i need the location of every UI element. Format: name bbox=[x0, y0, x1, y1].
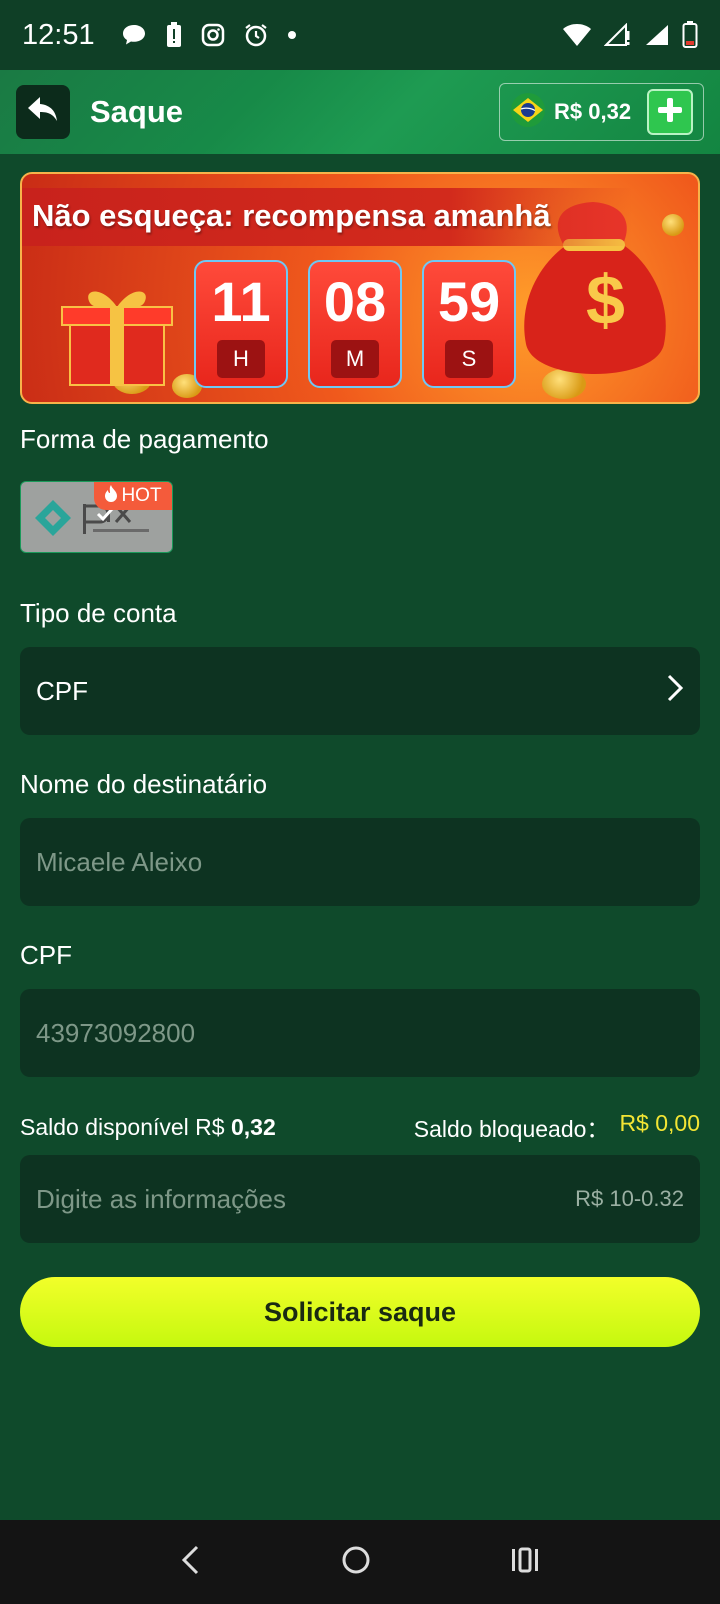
available-balance-value: 0,32 bbox=[230, 1113, 276, 1140]
top-app-bar: Saque R$ 0,32 bbox=[0, 70, 720, 154]
deposit-button[interactable] bbox=[647, 89, 693, 135]
recipient-name-field[interactable]: Micaele Aleixo bbox=[20, 818, 700, 906]
hot-badge-label: HOT bbox=[121, 485, 162, 506]
timer-seconds: 59 S bbox=[422, 260, 516, 388]
account-type-select[interactable]: CPF bbox=[20, 647, 700, 735]
wifi-icon bbox=[562, 23, 592, 47]
account-type-label: Tipo de conta bbox=[20, 598, 177, 628]
battery-icon bbox=[682, 21, 698, 49]
available-balance-label: Saldo disponível R$ bbox=[20, 1113, 225, 1140]
balance-amount: R$ 0,32 bbox=[554, 99, 632, 124]
notification-icons bbox=[121, 22, 297, 48]
timer-unit: M bbox=[331, 340, 379, 378]
timer-hours: 11 H bbox=[194, 260, 288, 388]
gift-box-icon bbox=[52, 279, 182, 389]
system-icons bbox=[562, 21, 698, 49]
nav-back-icon[interactable] bbox=[179, 1544, 203, 1581]
signal-icon bbox=[644, 23, 670, 47]
balance-info-row: Saldo disponível R$ 0,32 Saldo bloqueado… bbox=[20, 1110, 700, 1144]
available-balance: Saldo disponível R$ 0,32 bbox=[20, 1114, 276, 1141]
nav-home-icon[interactable] bbox=[340, 1544, 372, 1581]
plus-icon bbox=[656, 96, 684, 129]
back-arrow-icon bbox=[26, 95, 60, 130]
blocked-balance: Saldo bloqueado： R$ 0,00 bbox=[414, 1110, 700, 1144]
pix-payment-option[interactable]: HOT bbox=[20, 481, 173, 553]
amount-range-hint: R$ 10-0.32 bbox=[575, 1186, 684, 1211]
recipient-name-label: Nome do destinatário bbox=[20, 769, 268, 799]
page-title: Saque bbox=[90, 94, 184, 129]
alarm-icon bbox=[243, 22, 269, 48]
timer-value: 08 bbox=[323, 270, 387, 333]
timer-value: 11 bbox=[211, 270, 271, 333]
wallet-balance[interactable]: R$ 0,32 bbox=[499, 83, 704, 141]
blocked-balance-label: Saldo bloqueado： bbox=[413, 1116, 610, 1142]
cpf-field[interactable]: 43973092800 bbox=[20, 989, 700, 1077]
amount-placeholder: Digite as informações bbox=[36, 1183, 286, 1214]
brazil-flag-icon bbox=[510, 92, 546, 132]
hot-badge: HOT bbox=[94, 482, 172, 510]
status-bar: 12:51 bbox=[0, 0, 720, 70]
status-time: 12:51 bbox=[22, 18, 95, 51]
nav-recents-icon[interactable] bbox=[509, 1546, 541, 1579]
chat-bubble-icon bbox=[121, 23, 147, 47]
cpf-label: CPF bbox=[20, 940, 72, 970]
timer-value: 59 bbox=[437, 270, 501, 333]
timer-unit: S bbox=[445, 340, 493, 378]
battery-alert-icon bbox=[165, 22, 183, 48]
system-navigation-bar bbox=[0, 1520, 720, 1604]
timer-minutes: 08 M bbox=[308, 260, 402, 388]
back-button[interactable] bbox=[16, 85, 70, 139]
chevron-right-icon bbox=[666, 673, 684, 710]
cpf-placeholder: 43973092800 bbox=[36, 1017, 196, 1048]
payment-method-label: Forma de pagamento bbox=[20, 424, 269, 454]
blocked-balance-value: R$ 0,00 bbox=[619, 1110, 700, 1136]
fire-icon bbox=[104, 484, 118, 508]
dot-icon bbox=[287, 30, 297, 40]
account-type-value: CPF bbox=[36, 675, 88, 706]
timer-unit: H bbox=[217, 340, 265, 378]
svg-text:$: $ bbox=[586, 261, 625, 339]
instagram-icon bbox=[201, 23, 225, 47]
signal-icon bbox=[604, 23, 632, 47]
banner-heading: Não esqueça: recompensa amanhã bbox=[22, 188, 632, 246]
withdraw-amount-field[interactable]: Digite as informações R$ 10-0.32 bbox=[20, 1155, 700, 1243]
reward-countdown-banner[interactable]: $ Não esqueça: recompensa amanhã 11 H 08… bbox=[20, 172, 700, 404]
recipient-name-placeholder: Micaele Aleixo bbox=[36, 846, 203, 877]
request-withdrawal-button[interactable]: Solicitar saque bbox=[20, 1277, 700, 1347]
